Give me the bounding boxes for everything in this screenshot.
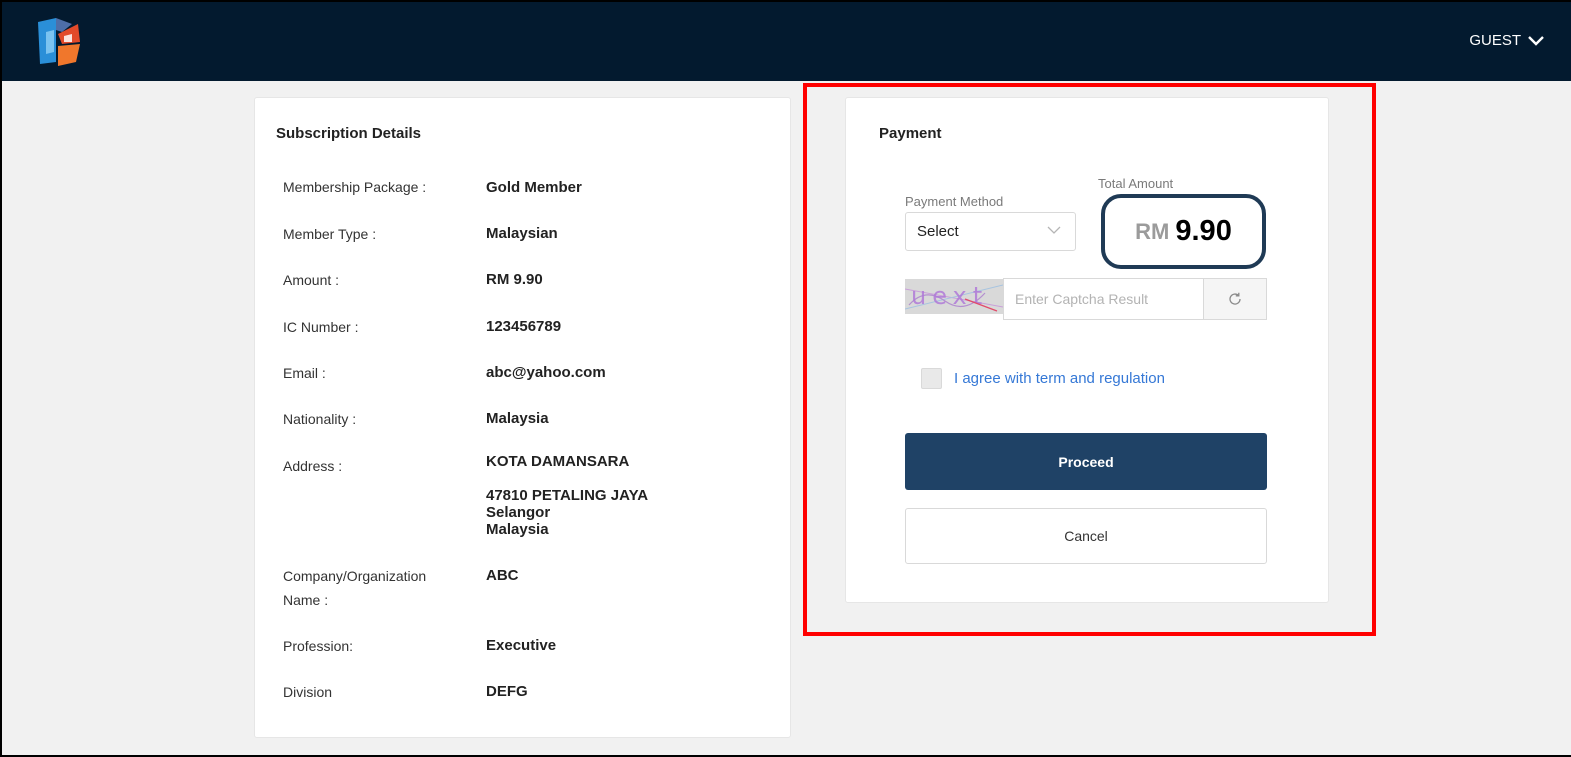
amount-value: RM 9.90 bbox=[486, 271, 543, 288]
chevron-down-icon bbox=[1528, 35, 1544, 46]
highlight-annotation-box bbox=[803, 83, 1376, 636]
profession-label: Profession: bbox=[283, 638, 354, 654]
member-type-value: Malaysian bbox=[486, 225, 558, 242]
address-line-2: 47810 PETALING JAYA bbox=[486, 487, 649, 504]
membership-package-label: Membership Package : bbox=[283, 179, 427, 195]
email-value: abc@yahoo.com bbox=[486, 364, 606, 381]
top-navbar: GUEST bbox=[0, 0, 1571, 81]
company-name-label: Company/Organization Name : bbox=[283, 568, 427, 608]
address-line-1: KOTA DAMANSARA bbox=[486, 453, 630, 470]
address-label: Address : bbox=[283, 458, 343, 474]
subscription-details-card: Subscription Details Membership Package … bbox=[254, 97, 791, 738]
nationality-value: Malaysia bbox=[486, 410, 549, 427]
guest-user-menu[interactable]: GUEST bbox=[1469, 32, 1545, 49]
logo-icon bbox=[38, 18, 80, 66]
ic-number-value: 123456789 bbox=[486, 318, 562, 335]
member-type-label: Member Type : bbox=[283, 226, 377, 242]
company-name-value: ABC bbox=[486, 567, 519, 584]
subscription-details-title: Subscription Details bbox=[276, 125, 422, 142]
division-value: DEFG bbox=[486, 683, 528, 700]
email-label: Email : bbox=[283, 365, 326, 381]
user-menu-label: GUEST bbox=[1469, 32, 1521, 49]
amount-label: Amount : bbox=[283, 272, 340, 288]
membership-package-value: Gold Member bbox=[486, 179, 582, 196]
division-label: Division bbox=[283, 684, 333, 700]
address-line-3: Selangor bbox=[486, 504, 551, 521]
address-line-4: Malaysia bbox=[486, 521, 549, 538]
ic-number-label: IC Number : bbox=[283, 319, 359, 335]
logo[interactable] bbox=[32, 16, 84, 68]
nationality-label: Nationality : bbox=[283, 411, 357, 427]
profession-value: Executive bbox=[486, 637, 557, 654]
